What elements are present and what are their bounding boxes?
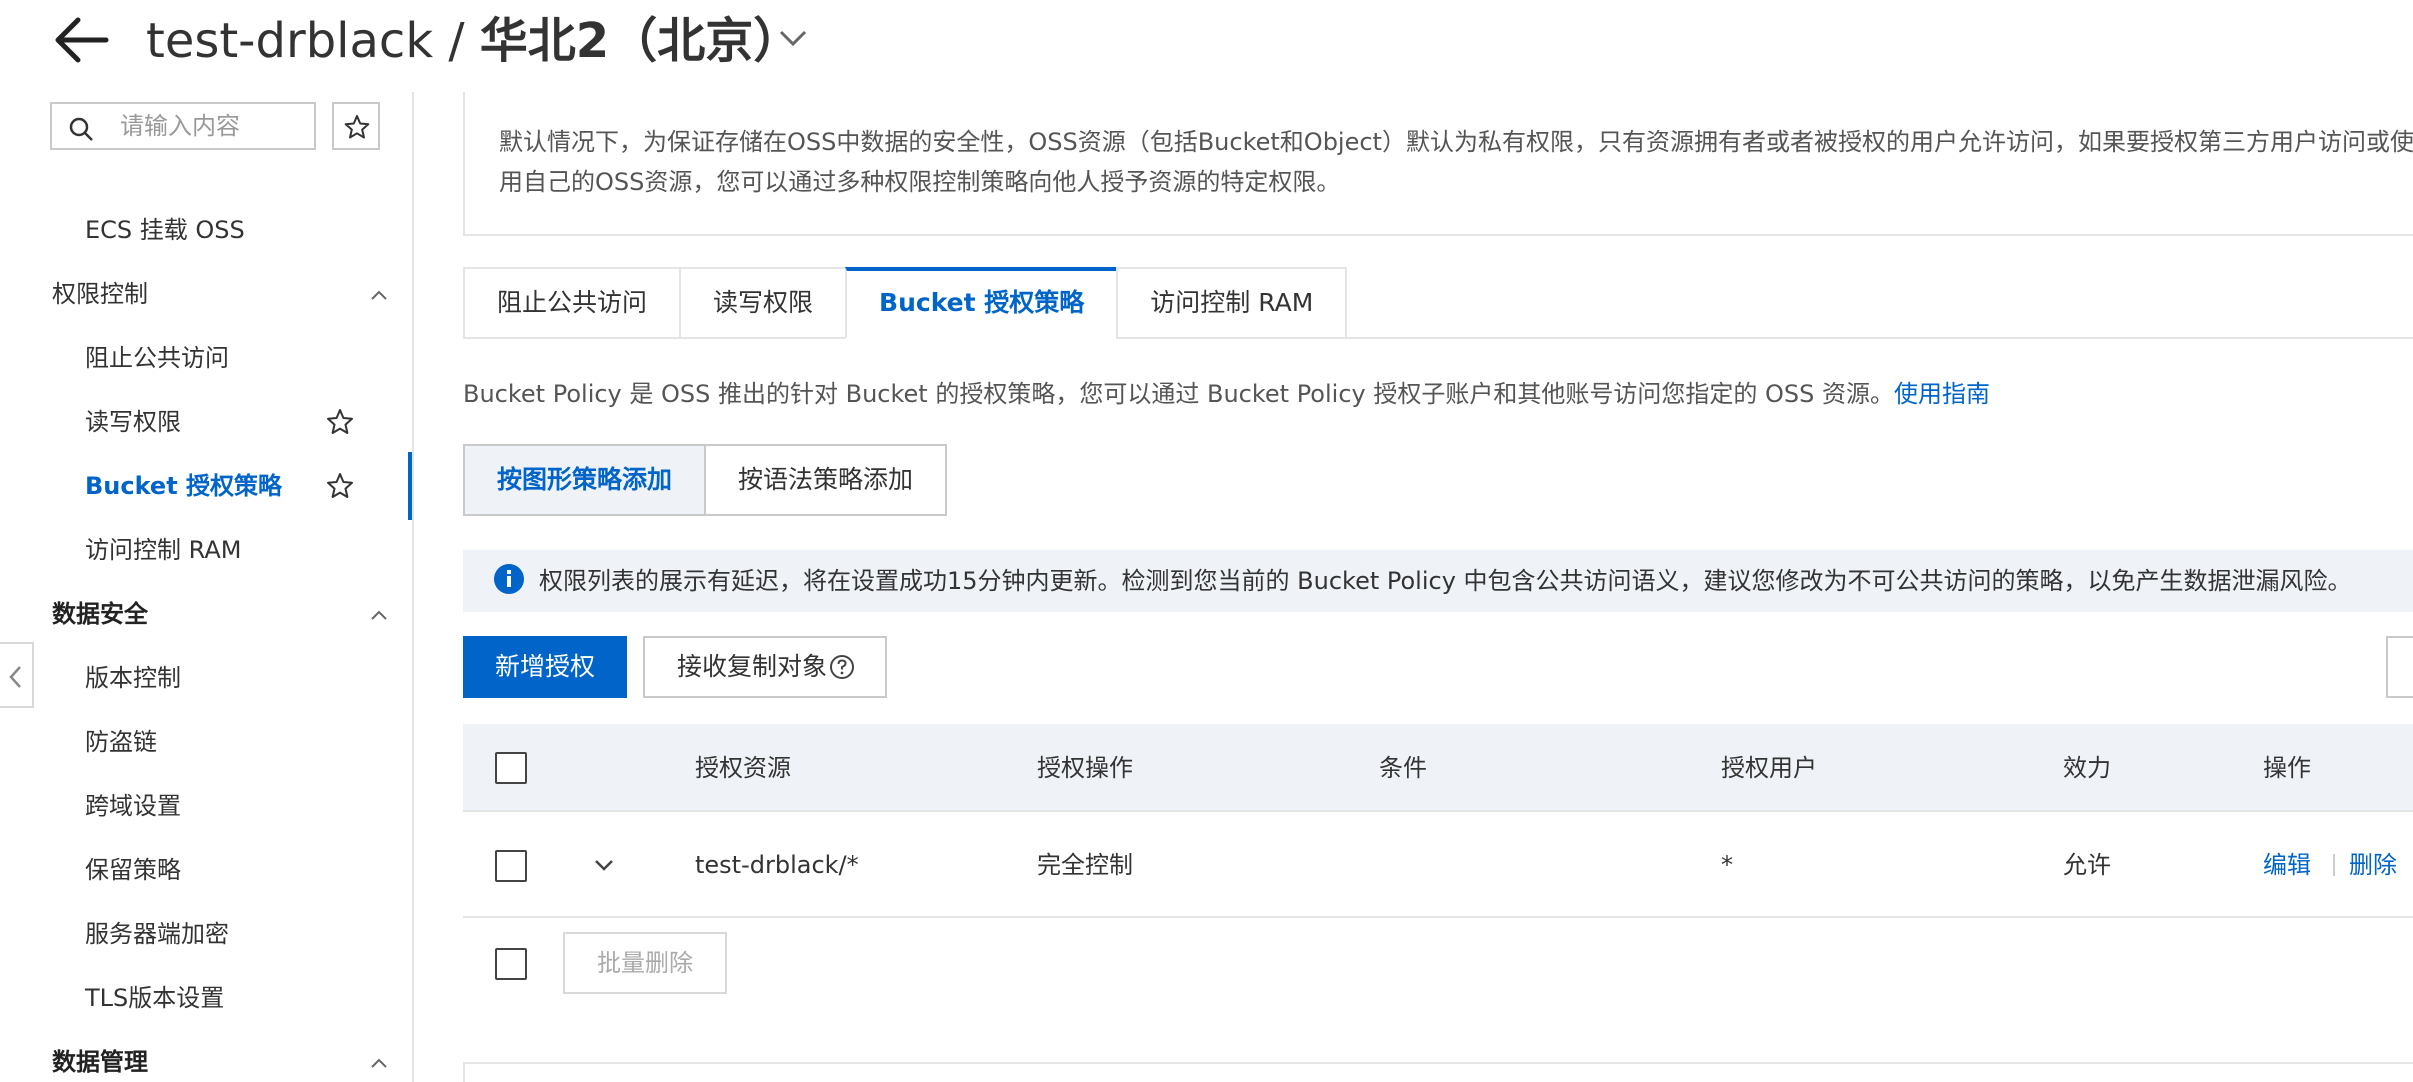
search-icon: [69, 117, 93, 141]
info-icon: [494, 564, 524, 594]
sidebar-item-access-control-ram[interactable]: 访问控制 RAM: [0, 522, 412, 578]
cell-effect: 允许: [2063, 851, 2111, 879]
column-header-operation: 操作: [2263, 754, 2311, 782]
syntax-policy-button[interactable]: 按语法策略添加: [706, 444, 948, 516]
info-card: 默认情况下，为保证存储在OSS中数据的安全性，OSS资源（包括Bucket和Ob…: [463, 92, 2413, 236]
action-separator: [2333, 854, 2335, 876]
bucket-name: test-drblack /: [146, 13, 480, 69]
star-icon[interactable]: [326, 408, 354, 436]
graphical-policy-button[interactable]: 按图形策略添加: [463, 444, 707, 516]
page-header: test-drblack / 华北2（北京）: [0, 0, 2413, 92]
tab-bucket-policy[interactable]: Bucket 授权策略: [845, 267, 1117, 339]
edit-link[interactable]: 编辑: [2263, 812, 2311, 918]
footer-select-all-checkbox[interactable]: [495, 948, 527, 980]
page-title: test-drblack / 华北2（北京）: [146, 6, 801, 76]
description-text: Bucket Policy 是 OSS 推出的针对 Bucket 的授权策略，您…: [463, 380, 1894, 408]
help-icon[interactable]: [829, 654, 855, 680]
column-header-principal: 授权用户: [1721, 754, 1817, 782]
row-checkbox[interactable]: [495, 850, 527, 882]
sidebar-item-label: 阻止公共访问: [85, 344, 229, 372]
batch-delete-button[interactable]: 批量删除: [563, 932, 727, 994]
sidebar-item-tls-version[interactable]: TLS版本设置: [0, 970, 412, 1026]
chevron-up-icon: [371, 290, 387, 300]
add-authorization-button[interactable]: 新增授权: [463, 636, 627, 698]
sidebar-item-block-public-access[interactable]: 阻止公共访问: [0, 330, 412, 386]
sidebar-item-read-write-permission[interactable]: 读写权限: [0, 394, 412, 450]
region-name: 华北2（北京）: [479, 13, 802, 69]
sidebar-item-hotlink-protection[interactable]: 防盗链: [0, 714, 412, 770]
chevron-down-icon[interactable]: [591, 852, 617, 878]
sidebar: ECS 挂载 OSS 权限控制 阻止公共访问 读写权限 Bucket 授权策略 …: [0, 92, 414, 1082]
sidebar-item-label: 服务器端加密: [85, 920, 229, 948]
tab-block-public-access[interactable]: 阻止公共访问: [463, 267, 680, 339]
sidebar-group-permission-control[interactable]: 权限控制: [0, 266, 412, 322]
table-header: 授权资源 授权操作 条件 授权用户 效力 操作: [463, 724, 2413, 812]
sidebar-group-label: 数据管理: [52, 1048, 148, 1076]
column-header-resource: 授权资源: [695, 754, 791, 782]
bottom-card: [463, 1062, 2413, 1082]
sidebar-search: [50, 102, 316, 150]
notice-text: 权限列表的展示有延迟，将在设置成功15分钟内更新。检测到您当前的 Bucket …: [539, 567, 2352, 595]
policy-description: Bucket Policy 是 OSS 推出的针对 Bucket 的授权策略，您…: [463, 374, 1990, 414]
sidebar-group-data-management[interactable]: 数据管理: [0, 1034, 412, 1082]
sidebar-group-label: 数据安全: [52, 600, 148, 628]
sidebar-item-label: ECS 挂载 OSS: [85, 216, 245, 244]
chevron-down-icon[interactable]: [775, 20, 811, 56]
sidebar-item-label: 版本控制: [85, 664, 181, 692]
sidebar-item-label: 跨域设置: [85, 792, 181, 820]
sidebar-item-label: 读写权限: [85, 408, 181, 436]
sidebar-item-label: 防盗链: [85, 728, 157, 756]
sidebar-item-label: TLS版本设置: [85, 984, 225, 1012]
column-header-action: 授权操作: [1037, 754, 1133, 782]
star-icon: [344, 115, 370, 139]
sidebar-item-ecs-mount-oss[interactable]: ECS 挂载 OSS: [0, 202, 412, 258]
search-input[interactable]: [120, 110, 306, 142]
sidebar-item-server-side-encryption[interactable]: 服务器端加密: [0, 906, 412, 962]
tab-bar-divider: [1298, 337, 2413, 339]
chevron-up-icon: [371, 610, 387, 620]
column-header-effect: 效力: [2063, 754, 2111, 782]
sidebar-item-label: 保留策略: [85, 856, 181, 884]
chevron-left-icon: [9, 666, 21, 688]
tab-read-write-permission[interactable]: 读写权限: [679, 267, 846, 339]
receive-replication-button[interactable]: 接收复制对象: [643, 636, 887, 698]
select-all-checkbox[interactable]: [495, 752, 527, 784]
back-arrow-icon[interactable]: [48, 10, 118, 70]
receive-replication-label: 接收复制对象: [677, 652, 828, 681]
sidebar-item-retention-policy[interactable]: 保留策略: [0, 842, 412, 898]
favorites-button[interactable]: [332, 102, 380, 150]
cell-resource: test-drblack/*: [695, 851, 859, 879]
sidebar-item-cors[interactable]: 跨域设置: [0, 778, 412, 834]
sidebar-item-versioning[interactable]: 版本控制: [0, 650, 412, 706]
table-row: test-drblack/* 完全控制 * 允许 编辑 删除: [463, 812, 2413, 918]
sidebar-item-label: 访问控制 RAM: [85, 536, 242, 564]
sidebar-group-label: 权限控制: [52, 280, 148, 308]
policy-mode-switch: 按图形策略添加 按语法策略添加: [463, 444, 948, 516]
column-header-condition: 条件: [1379, 754, 1427, 782]
delete-link[interactable]: 删除: [2349, 812, 2397, 918]
sidebar-collapse-toggle[interactable]: [0, 642, 34, 708]
tab-bar: 阻止公共访问 读写权限 Bucket 授权策略 访问控制 RAM: [463, 267, 1348, 339]
sidebar-item-label: Bucket 授权策略: [85, 472, 283, 500]
usage-guide-link[interactable]: 使用指南: [1894, 380, 1990, 408]
active-indicator: [408, 452, 412, 520]
tab-access-control-ram[interactable]: 访问控制 RAM: [1116, 267, 1348, 339]
info-text: 默认情况下，为保证存储在OSS中数据的安全性，OSS资源（包括Bucket和Ob…: [499, 128, 2413, 196]
notice-banner: 权限列表的展示有延迟，将在设置成功15分钟内更新。检测到您当前的 Bucket …: [463, 550, 2413, 612]
sidebar-group-data-security[interactable]: 数据安全: [0, 586, 412, 642]
sidebar-item-bucket-policy[interactable]: Bucket 授权策略: [0, 458, 412, 514]
cell-principal: *: [1721, 851, 1733, 879]
chevron-up-icon: [371, 1058, 387, 1068]
star-icon[interactable]: [326, 472, 354, 500]
cell-action: 完全控制: [1037, 851, 1133, 879]
table-footer: 批量删除: [463, 918, 2413, 1008]
refresh-button[interactable]: [2386, 636, 2413, 698]
